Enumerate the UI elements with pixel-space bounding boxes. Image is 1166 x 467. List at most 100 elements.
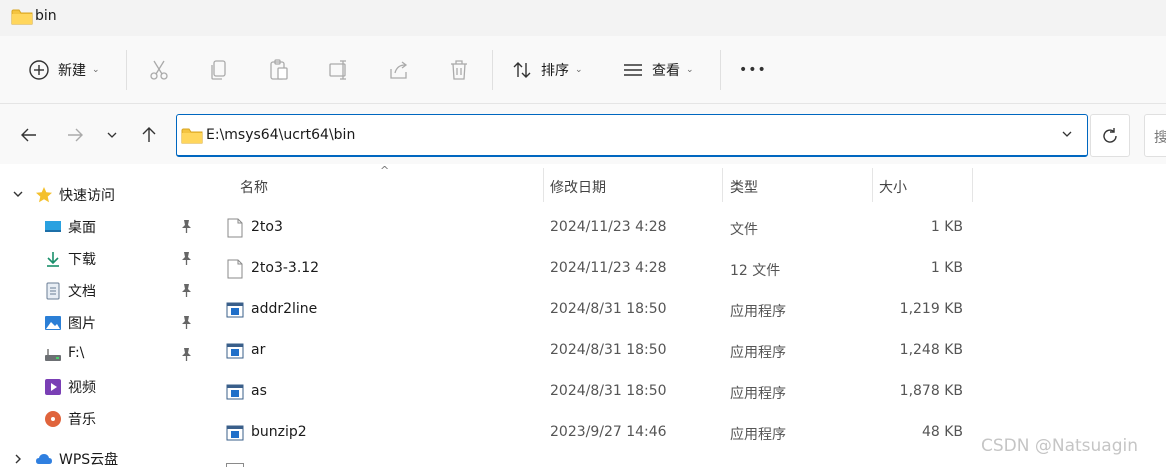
rename-icon[interactable] [327, 58, 351, 82]
sidebar-item-videos[interactable]: 视频 [0, 371, 200, 403]
pin-icon[interactable] [180, 347, 193, 362]
file-row[interactable]: 2to3-3.12 2024/11/23 4:28 12 文件 1 KB [200, 248, 972, 289]
file-icon [227, 259, 243, 279]
column-header-label: 名称 [240, 180, 268, 196]
file-date: 2023/9/27 14:46 [550, 424, 667, 440]
recent-locations-chevron-icon[interactable] [106, 130, 118, 140]
document-icon [46, 282, 60, 300]
file-name: 2to3-3.12 [251, 260, 320, 276]
column-header-type[interactable]: 类型 [722, 164, 872, 206]
new-button[interactable]: 新建 ⌄ [28, 52, 100, 88]
view-button[interactable]: 查看 ⌄ [622, 52, 694, 88]
file-name: as [251, 383, 267, 399]
toolbar-divider [492, 50, 493, 90]
sidebar-item-label: 视频 [68, 380, 96, 396]
file-row[interactable]: ar 2024/8/31 18:50 应用程序 1,248 KB [200, 330, 972, 371]
star-icon [36, 187, 52, 203]
chevron-down-icon: ⌄ [92, 65, 100, 75]
chevron-down-icon: ⌄ [575, 65, 583, 75]
navigation-pane: 快速访问 桌面 下载 文档 图片 F:\ 视频 音乐 WPS云盘 [0, 164, 200, 467]
column-header-size[interactable]: 大小 [872, 164, 972, 206]
file-type: 应用程序 [730, 386, 786, 402]
more-options-button[interactable]: ••• [739, 52, 767, 88]
chevron-down-icon[interactable] [1061, 129, 1073, 139]
address-bar[interactable]: E:\msys64\ucrt64\bin [176, 114, 1088, 157]
file-size: 1 KB [930, 260, 963, 276]
command-bar: 新建 ⌄ 排序 ⌄ 查看 ⌄ ••• [0, 36, 1166, 104]
window-title: bin [35, 8, 57, 24]
share-icon[interactable] [387, 58, 411, 82]
new-button-label: 新建 [58, 63, 86, 79]
search-placeholder: 搜 [1154, 127, 1166, 147]
music-icon [45, 411, 61, 427]
app-icon [226, 302, 244, 318]
sidebar-item-documents[interactable]: 文档 [0, 275, 200, 307]
sidebar-item-wps-cloud[interactable]: WPS云盘 [0, 443, 200, 467]
pin-icon[interactable] [180, 251, 193, 266]
file-date: 2024/8/31 18:50 [550, 342, 667, 358]
search-input[interactable]: 搜 [1144, 114, 1166, 157]
sidebar-item-downloads[interactable]: 下载 [0, 243, 200, 275]
file-row-partial[interactable] [200, 460, 972, 467]
sidebar-item-label: 文档 [68, 284, 96, 300]
sidebar-item-label: 图片 [68, 316, 96, 332]
sidebar-item-label: 快速访问 [59, 188, 115, 204]
column-header-date[interactable]: 修改日期 [543, 164, 722, 206]
up-arrow-icon[interactable] [140, 126, 158, 144]
address-path[interactable]: E:\msys64\ucrt64\bin [206, 127, 355, 143]
column-header-name[interactable]: 名称 [200, 164, 543, 206]
file-icon [227, 218, 243, 238]
cut-icon[interactable] [147, 58, 171, 82]
sidebar-item-pictures[interactable]: 图片 [0, 307, 200, 339]
sidebar-item-quick-access[interactable]: 快速访问 [0, 179, 200, 211]
file-row[interactable]: 2to3 2024/11/23 4:28 文件 1 KB [200, 207, 972, 248]
desktop-icon [45, 221, 61, 232]
file-date: 2024/8/31 18:50 [550, 301, 667, 317]
file-row[interactable]: as 2024/8/31 18:50 应用程序 1,878 KB [200, 371, 972, 412]
sidebar-item-desktop[interactable]: 桌面 [0, 211, 200, 243]
file-row[interactable]: addr2line 2024/8/31 18:50 应用程序 1,219 KB [200, 289, 972, 330]
pin-icon[interactable] [180, 315, 193, 330]
chevron-down-icon[interactable] [12, 189, 24, 199]
toolbar-divider [720, 50, 721, 90]
download-icon [47, 252, 59, 267]
sidebar-item-music[interactable]: 音乐 [0, 403, 200, 435]
back-arrow-icon[interactable] [20, 126, 38, 144]
app-icon [226, 343, 244, 359]
forward-arrow-icon[interactable] [66, 126, 84, 144]
watermark: CSDN @Natsuagin [981, 436, 1139, 456]
chevron-down-icon: ⌄ [686, 65, 694, 75]
file-size: 1 KB [930, 219, 963, 235]
refresh-button[interactable] [1090, 114, 1130, 157]
copy-icon[interactable] [207, 58, 231, 82]
column-divider[interactable] [972, 168, 973, 202]
chevron-right-icon[interactable] [12, 453, 24, 465]
pictures-icon [45, 316, 61, 330]
sort-button[interactable]: 排序 ⌄ [511, 52, 583, 88]
file-name: bunzip2 [251, 424, 307, 440]
file-list: ^ 名称 修改日期 类型 大小 2to3 2024/11/23 4:28 文件 … [200, 164, 1166, 467]
folder-icon [11, 9, 33, 25]
paste-icon[interactable] [267, 58, 291, 82]
column-header-label: 类型 [730, 180, 758, 196]
refresh-icon [1103, 128, 1117, 143]
file-name: 2to3 [251, 219, 283, 235]
folder-icon [181, 128, 203, 144]
file-type: 应用程序 [730, 427, 786, 443]
sidebar-item-drive-f[interactable]: F:\ [0, 339, 200, 371]
file-name: ar [251, 342, 266, 358]
sidebar-item-label: 桌面 [68, 220, 96, 236]
sidebar-item-label: WPS云盘 [59, 452, 119, 467]
file-date: 2024/11/23 4:28 [550, 260, 667, 276]
view-button-label: 查看 [652, 63, 680, 79]
delete-icon[interactable] [447, 58, 471, 82]
sidebar-item-label: 下载 [68, 252, 96, 268]
plus-circle-icon [29, 60, 49, 80]
file-size: 48 KB [921, 424, 963, 440]
sidebar-item-label: 音乐 [68, 412, 96, 428]
pin-icon[interactable] [180, 283, 193, 298]
file-row[interactable]: bunzip2 2023/9/27 14:46 应用程序 48 KB [200, 412, 972, 453]
title-bar: bin [0, 0, 1166, 36]
pin-icon[interactable] [180, 219, 193, 234]
column-header-label: 修改日期 [550, 180, 606, 196]
